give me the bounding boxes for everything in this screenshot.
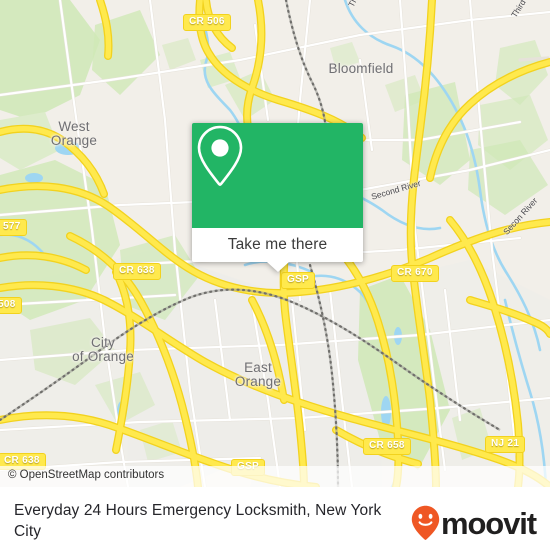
location-popup-card[interactable]: Take me there xyxy=(192,123,363,272)
map-canvas[interactable]: .rd { stroke:#ffe94d; stroke-linecap:rou… xyxy=(0,0,550,487)
road-shield-nj-21[interactable]: NJ 21 xyxy=(485,436,526,453)
take-me-there-button[interactable]: Take me there xyxy=(192,228,363,262)
moovit-pin-icon xyxy=(411,505,440,540)
road-shield-gsp-north[interactable]: GSP xyxy=(281,272,316,289)
popup-card-header xyxy=(192,123,363,228)
moovit-wordmark: moovit xyxy=(440,505,537,541)
location-pin-icon xyxy=(197,125,243,186)
page-footer: Everyday 24 Hours Emergency Locksmith, N… xyxy=(0,487,550,550)
road-shield-cr-508[interactable]: 508 xyxy=(0,297,22,314)
popup-card-pointer xyxy=(266,262,289,272)
map-attribution[interactable]: © OpenStreetMap contributors xyxy=(0,466,550,487)
road-shield-nj-577[interactable]: 577 xyxy=(0,219,27,236)
map-screenshot: .rd { stroke:#ffe94d; stroke-linecap:rou… xyxy=(0,0,550,550)
road-shield-cr-506[interactable]: CR 506 xyxy=(183,14,231,31)
moovit-logo[interactable]: moovit xyxy=(411,487,550,541)
road-shield-cr-670[interactable]: CR 670 xyxy=(391,265,439,282)
location-title: Everyday 24 Hours Emergency Locksmith, N… xyxy=(14,502,382,540)
road-shield-cr-638-north[interactable]: CR 638 xyxy=(113,263,161,280)
road-shield-cr-658[interactable]: CR 658 xyxy=(363,438,411,455)
